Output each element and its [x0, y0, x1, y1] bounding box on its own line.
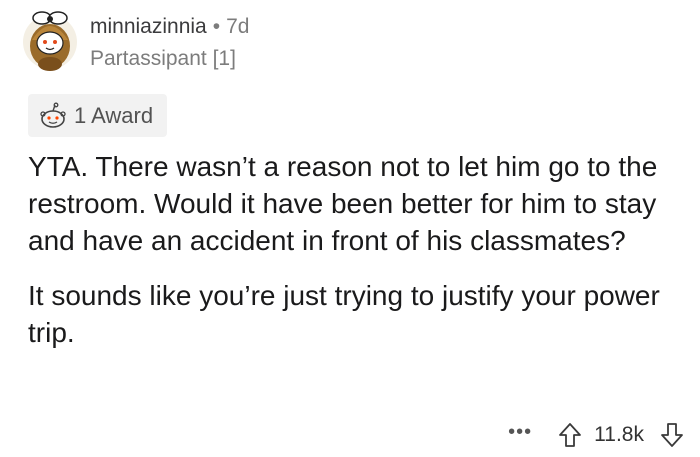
- comment-card: minniazinnia • 7d Partassipant [1] 1 Award…: [0, 0, 700, 457]
- award-icon: [38, 102, 68, 130]
- comment-paragraph: It sounds like you’re just trying to jus…: [28, 280, 660, 348]
- upvote-arrow-icon[interactable]: [558, 422, 582, 448]
- comment-meta: minniazinnia • 7d Partassipant [1]: [90, 14, 249, 72]
- more-options-icon[interactable]: •••: [508, 422, 532, 448]
- comment-paragraph: YTA. There wasn’t a reason not to let hi…: [28, 151, 658, 256]
- username-link[interactable]: minniazinnia: [90, 15, 207, 38]
- vote-score: 11.8k: [594, 423, 644, 446]
- downvote-arrow-icon[interactable]: [660, 422, 684, 448]
- comment-age: 7d: [226, 15, 250, 38]
- user-flair: Partassipant [1]: [90, 47, 236, 70]
- awards-badge[interactable]: 1 Award: [28, 94, 168, 137]
- awards-label: 1 Award: [74, 102, 154, 128]
- comment-body: YTA. There wasn’t a reason not to let hi…: [28, 148, 678, 369]
- comment-actions: ••• 11.8k: [508, 418, 684, 452]
- separator-dot: •: [212, 15, 221, 38]
- user-avatar-icon[interactable]: [22, 6, 78, 72]
- meta-line: minniazinnia • 7d: [90, 14, 249, 40]
